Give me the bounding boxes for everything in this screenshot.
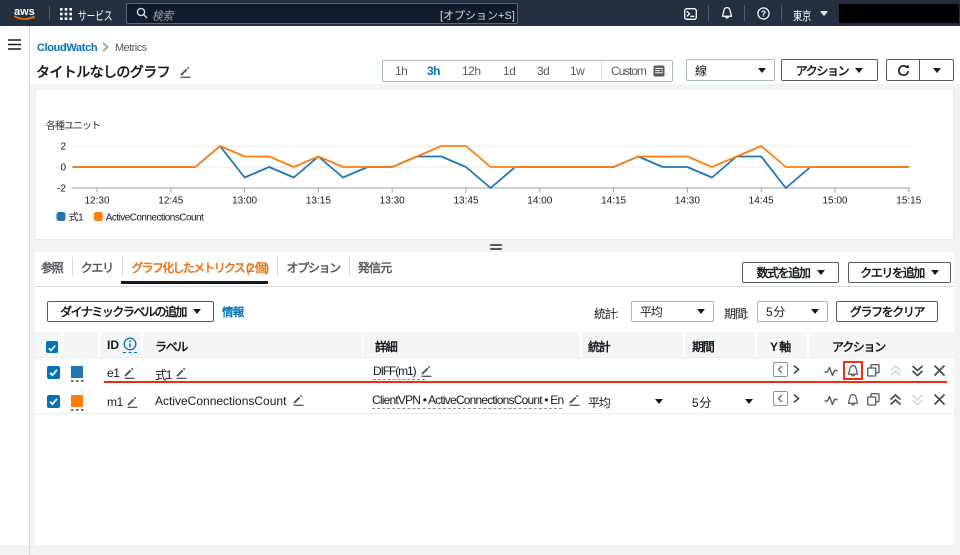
svg-text:-2: -2 xyxy=(57,184,66,195)
svg-text:2: 2 xyxy=(60,142,66,153)
svg-text:13:45: 13:45 xyxy=(453,196,478,207)
svg-text:13:00: 13:00 xyxy=(232,196,257,207)
svg-text:13:30: 13:30 xyxy=(380,196,405,207)
svg-text:0: 0 xyxy=(60,163,66,174)
svg-text:14:45: 14:45 xyxy=(749,196,774,207)
svg-text:14:30: 14:30 xyxy=(675,196,700,207)
svg-text:14:00: 14:00 xyxy=(527,196,552,207)
svg-text:12:30: 12:30 xyxy=(84,196,109,207)
svg-text:?: ? xyxy=(761,8,766,18)
svg-text:14:15: 14:15 xyxy=(601,196,626,207)
svg-text:15:00: 15:00 xyxy=(822,196,847,207)
svg-text:各種ユニット: 各種ユニット xyxy=(46,119,100,132)
svg-text:aws: aws xyxy=(14,6,35,18)
svg-text:13:15: 13:15 xyxy=(306,196,331,207)
svg-text:12:45: 12:45 xyxy=(158,196,183,207)
svg-text:式1: 式1 xyxy=(69,211,84,224)
svg-text:ActiveConnectionsCount: ActiveConnectionsCount xyxy=(106,213,204,224)
svg-text:15:15: 15:15 xyxy=(896,196,921,207)
